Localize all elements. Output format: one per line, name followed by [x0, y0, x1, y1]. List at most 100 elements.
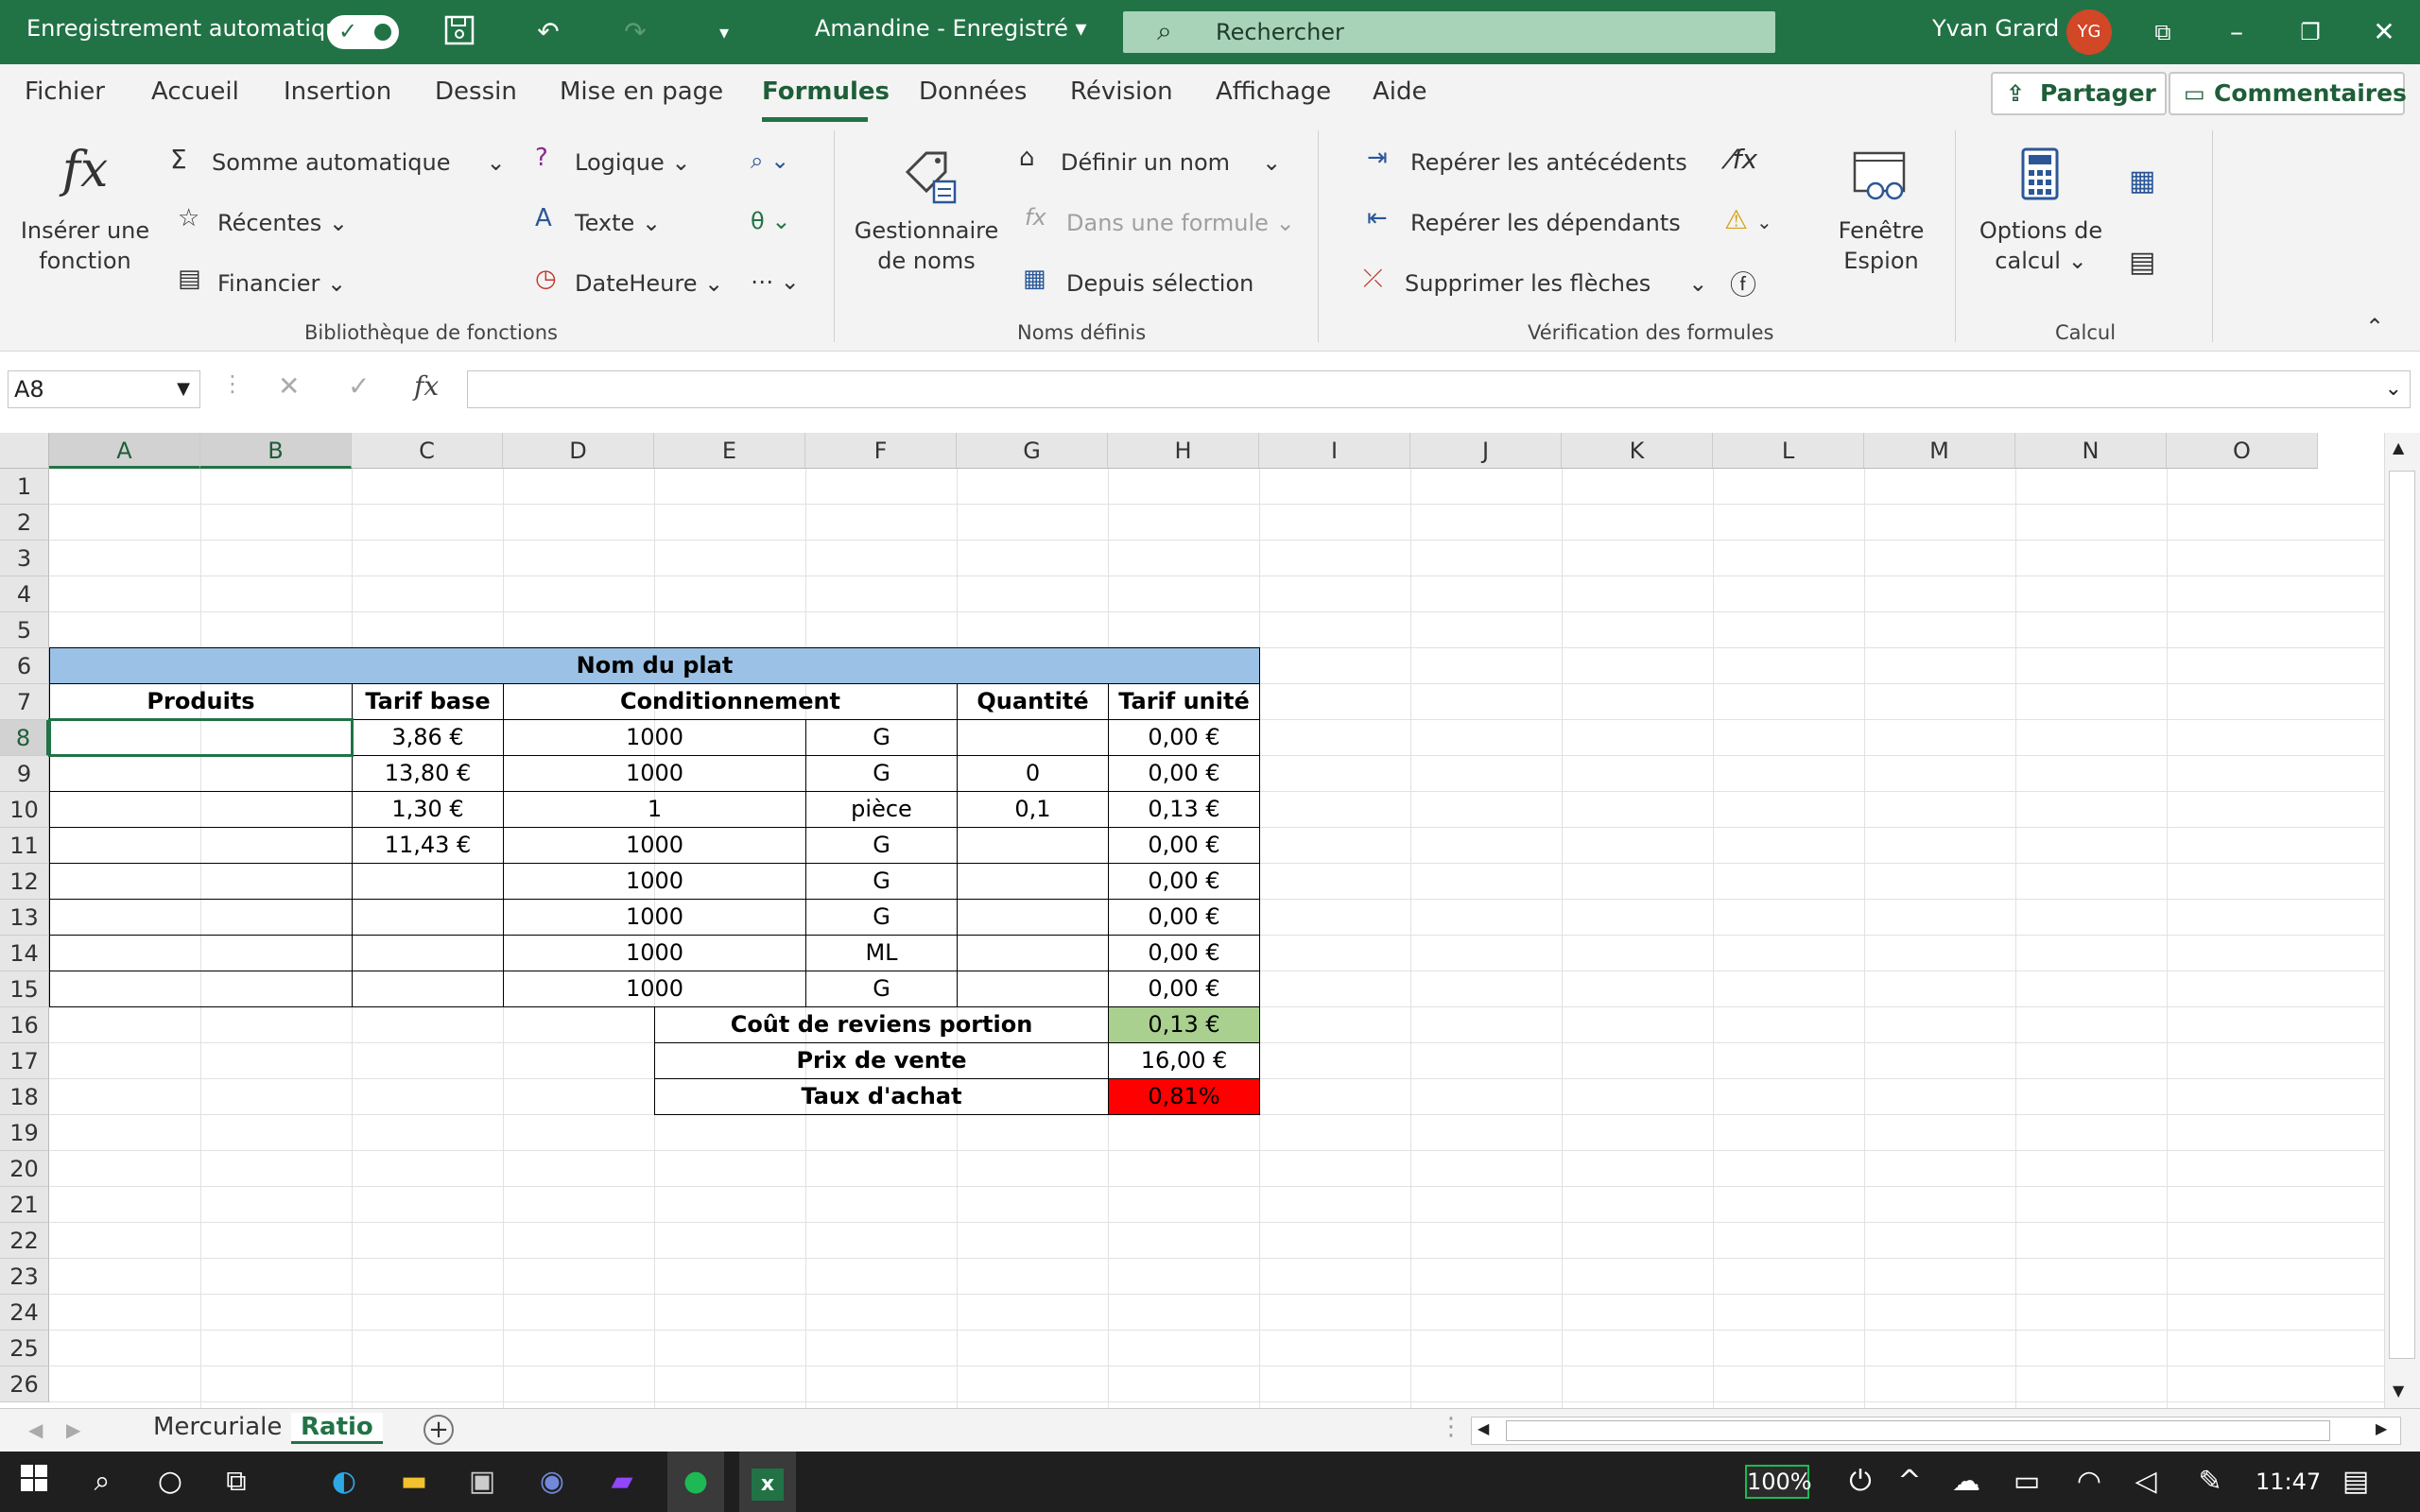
cell-quantity[interactable]	[957, 971, 1109, 1007]
remove-arrows-button[interactable]: Supprimer les flèches ⌄	[1405, 270, 1707, 297]
edge-icon[interactable]: ◐	[325, 1463, 363, 1501]
vertical-scroll-thumb[interactable]	[2389, 471, 2415, 1359]
cell-pack-qty[interactable]: 1000	[503, 827, 806, 864]
header-conditionnement[interactable]: Conditionnement	[503, 683, 958, 720]
pen-icon[interactable]: ✎	[2191, 1463, 2229, 1501]
column-header-k[interactable]: K	[1562, 433, 1713, 469]
row-header-13[interactable]: 13	[0, 900, 49, 936]
cell-product[interactable]	[49, 899, 353, 936]
cell-unit[interactable]: G	[805, 863, 958, 900]
windows-start-icon[interactable]	[15, 1463, 53, 1501]
restore-icon[interactable]: ❐	[2291, 13, 2329, 51]
cell-product[interactable]	[49, 935, 353, 971]
cortana-icon[interactable]: ○	[151, 1463, 189, 1501]
scroll-right-icon[interactable]: ▶	[2376, 1419, 2387, 1437]
calculator-icon[interactable]	[2019, 147, 2061, 204]
row-header-1[interactable]: 1	[0, 469, 49, 505]
calculate-now-icon[interactable]: ▦	[2129, 164, 2155, 198]
financial-button[interactable]: Financier ⌄	[217, 270, 346, 297]
row-header-8[interactable]: 8	[0, 720, 49, 756]
row-header-16[interactable]: 16	[0, 1007, 49, 1043]
scroll-up-icon[interactable]: ▲	[2393, 438, 2404, 456]
formula-input[interactable]: ⌄	[467, 370, 2411, 408]
column-header-i[interactable]: I	[1259, 433, 1410, 469]
row-header-18[interactable]: 18	[0, 1079, 49, 1115]
recent-functions-button[interactable]: Récentes ⌄	[217, 210, 348, 236]
cell-unit-price[interactable]: 0,13 €	[1108, 791, 1260, 828]
cell-pack-qty[interactable]: 1000	[503, 971, 806, 1007]
define-name-button[interactable]: Définir un nom ⌄	[1061, 149, 1281, 176]
calculate-sheet-icon[interactable]: ▤	[2129, 246, 2155, 279]
header-tarif-unite[interactable]: Tarif unité	[1108, 683, 1260, 720]
column-header-g[interactable]: G	[957, 433, 1108, 469]
cell-pack-qty[interactable]: 1	[503, 791, 806, 828]
header-tarif-base[interactable]: Tarif base	[352, 683, 504, 720]
cell-pack-qty[interactable]: 1000	[503, 863, 806, 900]
cell-unit[interactable]: G	[805, 971, 958, 1007]
search-icon[interactable]: ⌕	[83, 1463, 121, 1501]
cell-unit[interactable]: G	[805, 899, 958, 936]
avatar[interactable]: YG	[2066, 9, 2112, 55]
column-header-l[interactable]: L	[1713, 433, 1864, 469]
row-header-24[interactable]: 24	[0, 1295, 49, 1331]
discord-icon[interactable]: ◉	[533, 1463, 571, 1501]
add-sheet-icon[interactable]: +	[424, 1415, 454, 1445]
summary-label[interactable]: Coût de reviens portion	[654, 1006, 1109, 1043]
row-header-6[interactable]: 6	[0, 648, 49, 684]
cell-product[interactable]	[49, 827, 353, 864]
cell-quantity[interactable]	[957, 827, 1109, 864]
redo-icon[interactable]: ↷	[616, 13, 654, 51]
twitch-icon[interactable]: ▰	[603, 1463, 641, 1501]
cell-quantity[interactable]	[957, 935, 1109, 971]
file-explorer-icon[interactable]: ▬	[395, 1463, 433, 1501]
table-title-cell[interactable]: Nom du plat	[49, 647, 1260, 684]
cell-quantity[interactable]	[957, 719, 1109, 756]
battery-icon[interactable]: ▭	[2008, 1463, 2046, 1501]
autosave-toggle[interactable]: ✓	[327, 15, 399, 49]
more-functions-button[interactable]: ⋯ ⌄	[751, 268, 800, 295]
trace-precedents-button[interactable]: Repérer les antécédents	[1410, 149, 1687, 176]
cell-base-price[interactable]: 13,80 €	[352, 755, 504, 792]
show-formulas-icon[interactable]: ⁄fx	[1728, 144, 1757, 175]
insert-function-icon[interactable]: fx	[47, 142, 123, 198]
column-header-m[interactable]: M	[1864, 433, 2015, 469]
tab-donnees[interactable]: Données	[919, 77, 1027, 106]
row-header-2[interactable]: 2	[0, 505, 49, 541]
tab-revision[interactable]: Révision	[1070, 77, 1173, 106]
insert-function-fx-icon[interactable]: fx	[414, 370, 439, 402]
use-in-formula-button[interactable]: Dans une formule ⌄	[1066, 210, 1295, 236]
cell-product[interactable]	[49, 863, 353, 900]
calc-options-button[interactable]: Options de calcul ⌄	[1972, 215, 2110, 276]
row-header-19[interactable]: 19	[0, 1115, 49, 1151]
cell-unit[interactable]: G	[805, 827, 958, 864]
column-header-n[interactable]: N	[2015, 433, 2167, 469]
tab-insertion[interactable]: Insertion	[284, 77, 391, 106]
task-view-icon[interactable]: ⧉	[217, 1463, 255, 1501]
tab-mise-en-page[interactable]: Mise en page	[560, 77, 723, 106]
cell-quantity[interactable]: 0	[957, 755, 1109, 792]
name-manager-icon[interactable]	[896, 146, 964, 204]
comments-button[interactable]: ▭ Commentaires	[2169, 72, 2407, 115]
enter-icon[interactable]: ✓	[348, 370, 370, 402]
row-header-25[interactable]: 25	[0, 1331, 49, 1366]
cell-product[interactable]	[49, 971, 353, 1007]
datetime-button[interactable]: DateHeure ⌄	[575, 270, 723, 297]
share-button[interactable]: ⇪ Partager	[1991, 72, 2167, 115]
cell-unit[interactable]: ML	[805, 935, 958, 971]
lookup-reference-button[interactable]: ⌕ ⌄	[751, 147, 789, 174]
next-sheet-icon[interactable]: ▶	[66, 1418, 80, 1441]
insert-function-button[interactable]: Insérer une fonction	[9, 215, 161, 276]
row-header-14[interactable]: 14	[0, 936, 49, 971]
column-header-e[interactable]: E	[654, 433, 805, 469]
volume-muted-icon[interactable]: ◁	[2127, 1463, 2165, 1501]
column-header-h[interactable]: H	[1108, 433, 1259, 469]
close-icon[interactable]: ✕	[2365, 13, 2403, 51]
cell-pack-qty[interactable]: 1000	[503, 719, 806, 756]
row-header-21[interactable]: 21	[0, 1187, 49, 1223]
error-checking-icon[interactable]: ⚠ ⌄	[1724, 204, 1772, 235]
header-produits[interactable]: Produits	[49, 683, 353, 720]
cell-base-price[interactable]	[352, 863, 504, 900]
math-trig-button[interactable]: θ ⌄	[751, 208, 790, 234]
cell-product[interactable]	[49, 791, 353, 828]
tab-fichier[interactable]: Fichier	[25, 77, 105, 106]
